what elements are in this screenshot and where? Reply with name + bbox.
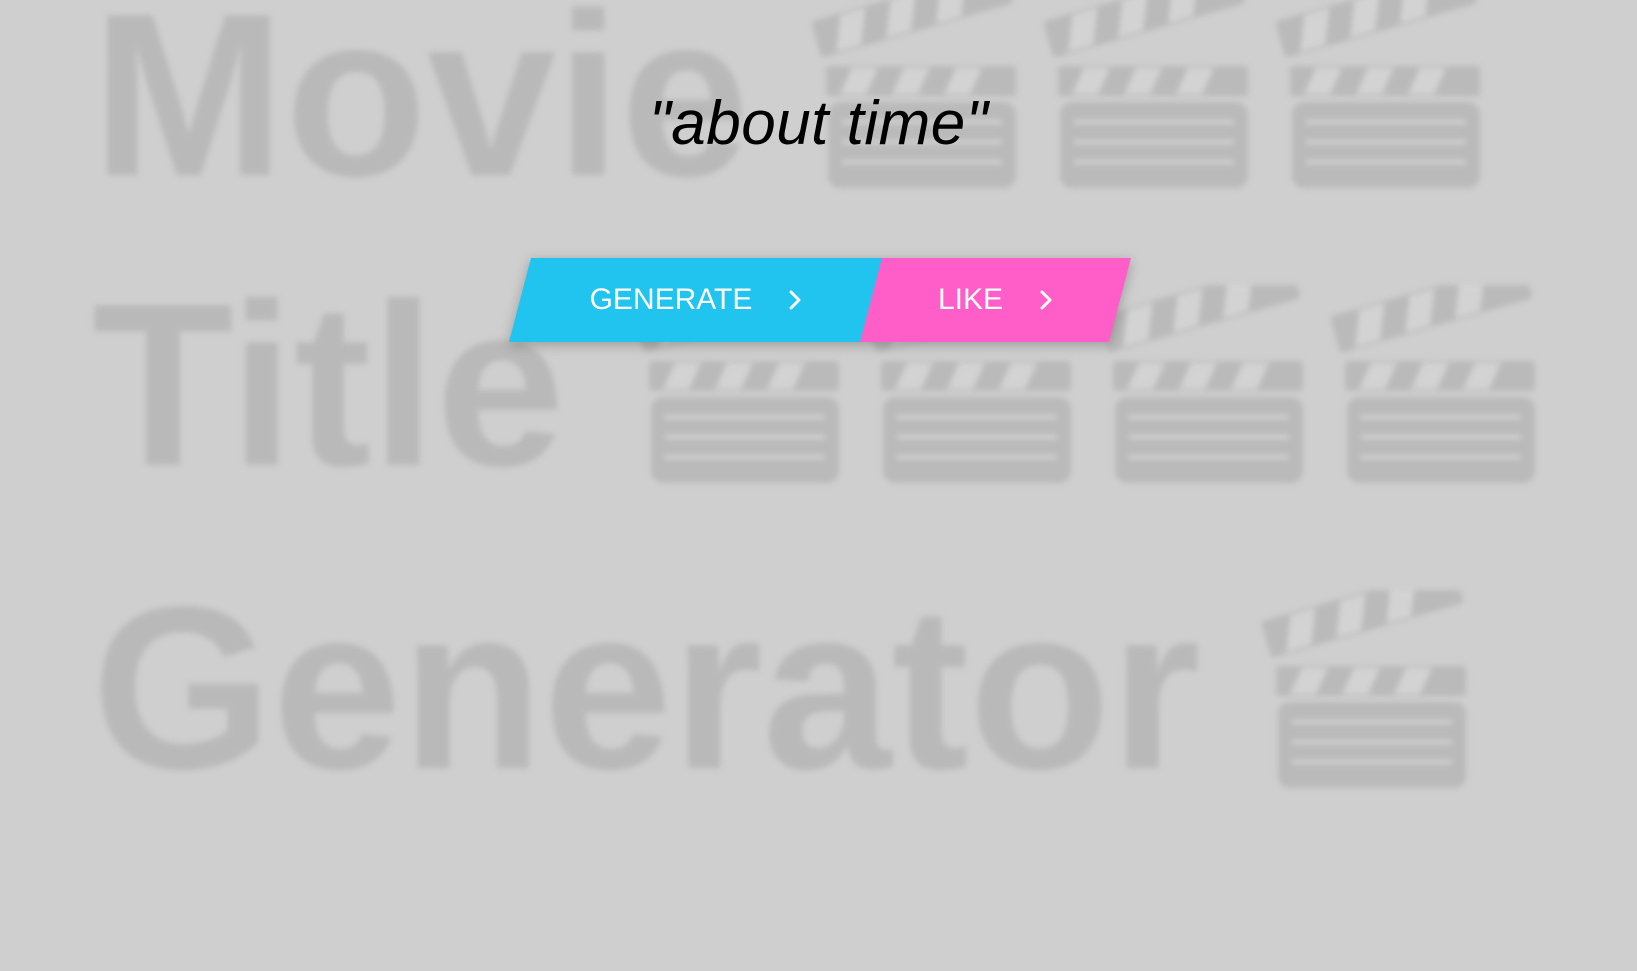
like-button[interactable]: LIKE bbox=[860, 258, 1131, 342]
generated-movie-title: "about time" bbox=[648, 89, 989, 158]
action-buttons: GENERATE LIKE bbox=[509, 258, 1131, 342]
clapperboard-icon bbox=[1331, 285, 1539, 485]
bg-text-title: Title bbox=[92, 256, 565, 515]
generate-button[interactable]: GENERATE bbox=[509, 258, 883, 342]
bg-text-generator: Generator bbox=[92, 559, 1201, 818]
chevron-right-icon bbox=[1039, 290, 1053, 310]
generate-button-label: GENERATE bbox=[589, 283, 753, 316]
chevron-right-icon bbox=[788, 290, 802, 310]
clapperboard-icon bbox=[1262, 590, 1470, 790]
like-button-label: LIKE bbox=[937, 283, 1004, 316]
